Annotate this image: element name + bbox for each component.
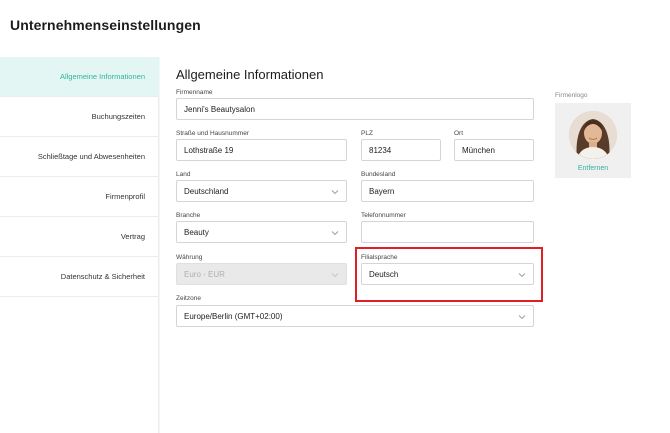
- street-input[interactable]: Lothstraße 19: [176, 139, 347, 161]
- sidebar-item-company-profile[interactable]: Firmenprofil: [0, 177, 159, 217]
- chevron-down-icon: [331, 273, 339, 278]
- city-value: München: [462, 145, 495, 155]
- chevron-down-icon: [331, 231, 339, 236]
- street-value: Lothstraße 19: [184, 145, 234, 155]
- page-title: Unternehmenseinstellungen: [10, 17, 201, 33]
- section-title: Allgemeine Informationen: [176, 67, 324, 82]
- sidebar-item-label: Firmenprofil: [105, 192, 145, 201]
- country-select[interactable]: Deutschland: [176, 180, 347, 202]
- country-label: Land: [176, 171, 191, 178]
- sidebar-item-label: Schließtage und Abwesenheiten: [37, 152, 145, 161]
- logo-label: Firmenlogo: [555, 92, 588, 99]
- company-name-input[interactable]: Jenni's Beautysalon: [176, 98, 534, 120]
- zip-label: PLZ: [361, 130, 373, 137]
- sidebar-item-label: Vertrag: [120, 232, 145, 241]
- company-name-label: Firmenname: [176, 89, 213, 96]
- currency-value: Euro - EUR: [184, 269, 225, 279]
- portrait-icon: [569, 111, 617, 159]
- industry-select[interactable]: Beauty: [176, 221, 347, 243]
- timezone-select[interactable]: Europe/Berlin (GMT+02:00): [176, 305, 534, 327]
- currency-select: Euro - EUR: [176, 263, 347, 285]
- company-name-value: Jenni's Beautysalon: [184, 104, 255, 114]
- timezone-value: Europe/Berlin (GMT+02:00): [184, 311, 283, 321]
- phone-input[interactable]: [361, 221, 534, 243]
- state-value: Bayern: [369, 186, 395, 196]
- country-value: Deutschland: [184, 186, 229, 196]
- sidebar-item-label: Buchungszeiten: [91, 112, 145, 121]
- sidebar-item-label: Allgemeine Informationen: [59, 72, 145, 81]
- state-input[interactable]: Bayern: [361, 180, 534, 202]
- currency-label: Währung: [176, 254, 203, 261]
- remove-logo-link[interactable]: Entfernen: [555, 165, 631, 172]
- highlight-box: [355, 247, 543, 302]
- phone-label: Telefonnummer: [361, 212, 406, 219]
- industry-value: Beauty: [184, 227, 209, 237]
- timezone-label: Zeitzone: [176, 295, 201, 302]
- logo-card: Entfernen: [555, 103, 631, 178]
- sidebar-item-closing-days[interactable]: Schließtage und Abwesenheiten: [0, 137, 159, 177]
- street-label: Straße und Hausnummer: [176, 130, 249, 137]
- chevron-down-icon: [518, 315, 526, 320]
- sidebar-item-contract[interactable]: Vertrag: [0, 217, 159, 257]
- sidebar-item-label: Datenschutz & Sicherheit: [60, 272, 145, 281]
- city-label: Ort: [454, 130, 464, 137]
- settings-sidebar: Allgemeine Informationen Buchungszeiten …: [0, 57, 159, 433]
- sidebar-item-booking-times[interactable]: Buchungszeiten: [0, 97, 159, 137]
- company-logo-image[interactable]: [569, 111, 617, 159]
- zip-input[interactable]: 81234: [361, 139, 441, 161]
- state-label: Bundesland: [361, 171, 396, 178]
- top-bar: Unternehmenseinstellungen: [0, 0, 670, 57]
- chevron-down-icon: [331, 190, 339, 195]
- zip-value: 81234: [369, 145, 392, 155]
- industry-label: Branche: [176, 212, 201, 219]
- city-input[interactable]: München: [454, 139, 534, 161]
- sidebar-item-privacy-security[interactable]: Datenschutz & Sicherheit: [0, 257, 159, 297]
- sidebar-item-general-info[interactable]: Allgemeine Informationen: [0, 57, 159, 97]
